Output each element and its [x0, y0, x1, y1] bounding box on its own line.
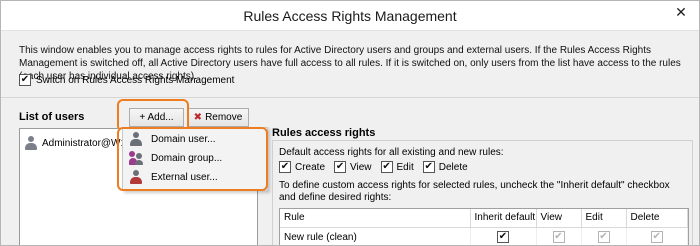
- view-checkbox[interactable]: ✔: [334, 161, 347, 173]
- edit-label: Edit: [396, 161, 414, 173]
- row-edit-checkbox: ✔: [597, 231, 610, 244]
- view-label: View: [350, 161, 372, 173]
- inherit-checkbox[interactable]: ✔: [497, 231, 509, 244]
- remove-icon: ✖: [193, 112, 203, 123]
- row-delete-checkbox: ✔: [650, 231, 663, 244]
- column-header-view[interactable]: View: [536, 209, 582, 228]
- delete-checkbox[interactable]: ✔: [422, 161, 435, 173]
- permission-edit[interactable]: ✔ Edit: [380, 161, 414, 173]
- column-header-delete[interactable]: Delete: [626, 209, 688, 228]
- rights-group: Default access rights for all existing a…: [272, 140, 693, 245]
- custom-rights-text: To define custom access rights for selec…: [279, 180, 670, 203]
- window-title: Rules Access Rights Management: [243, 8, 457, 24]
- rules-table[interactable]: Rule Inherit default View Edit Delete Ne…: [279, 208, 689, 245]
- remove-button-label: Remove: [205, 112, 243, 123]
- delete-cell: ✔: [626, 227, 688, 245]
- switch-row: ✔ Switch on Rules Access Rights Manageme…: [19, 74, 234, 86]
- rules-access-window: Rules Access Rights Management ✕ This wi…: [0, 0, 700, 246]
- divider: [1, 97, 699, 98]
- switch-checkbox[interactable]: ✔: [19, 74, 31, 86]
- delete-label: Delete: [438, 161, 468, 173]
- default-rights-label: Default access rights for all existing a…: [279, 147, 504, 158]
- table-header-row: Rule Inherit default View Edit Delete: [280, 209, 688, 228]
- dropdown-highlight: [117, 127, 268, 191]
- default-permissions: ✔ Create ✔ View ✔ Edit ✔ Delete: [279, 161, 477, 173]
- row-view-checkbox: ✔: [552, 231, 565, 244]
- user-icon: [24, 136, 38, 150]
- rule-name: New rule (clean): [280, 227, 471, 245]
- permission-delete[interactable]: ✔ Delete: [422, 161, 468, 173]
- edit-checkbox[interactable]: ✔: [380, 161, 393, 173]
- inherit-cell: ✔: [470, 227, 537, 245]
- column-header-inherit[interactable]: Inherit default: [470, 209, 537, 228]
- switch-label[interactable]: Switch on Rules Access Rights Management: [36, 75, 234, 86]
- create-checkbox[interactable]: ✔: [279, 161, 291, 173]
- permission-create[interactable]: ✔ Create: [279, 161, 325, 173]
- title-bar: Rules Access Rights Management ✕: [1, 1, 699, 31]
- column-header-edit[interactable]: Edit: [581, 209, 627, 228]
- rights-title: Rules access rights: [272, 127, 376, 139]
- view-cell: ✔: [536, 227, 582, 245]
- close-button[interactable]: ✕: [669, 1, 693, 23]
- edit-cell: ✔: [581, 227, 627, 245]
- table-row[interactable]: New rule (clean) ✔ ✔ ✔ ✔: [280, 227, 688, 245]
- permission-view[interactable]: ✔ View: [334, 161, 372, 173]
- remove-button[interactable]: ✖ Remove: [187, 108, 249, 127]
- close-icon: ✕: [675, 3, 687, 20]
- users-list-label: List of users: [19, 111, 85, 123]
- create-label: Create: [295, 161, 326, 173]
- column-header-rule[interactable]: Rule: [280, 209, 471, 228]
